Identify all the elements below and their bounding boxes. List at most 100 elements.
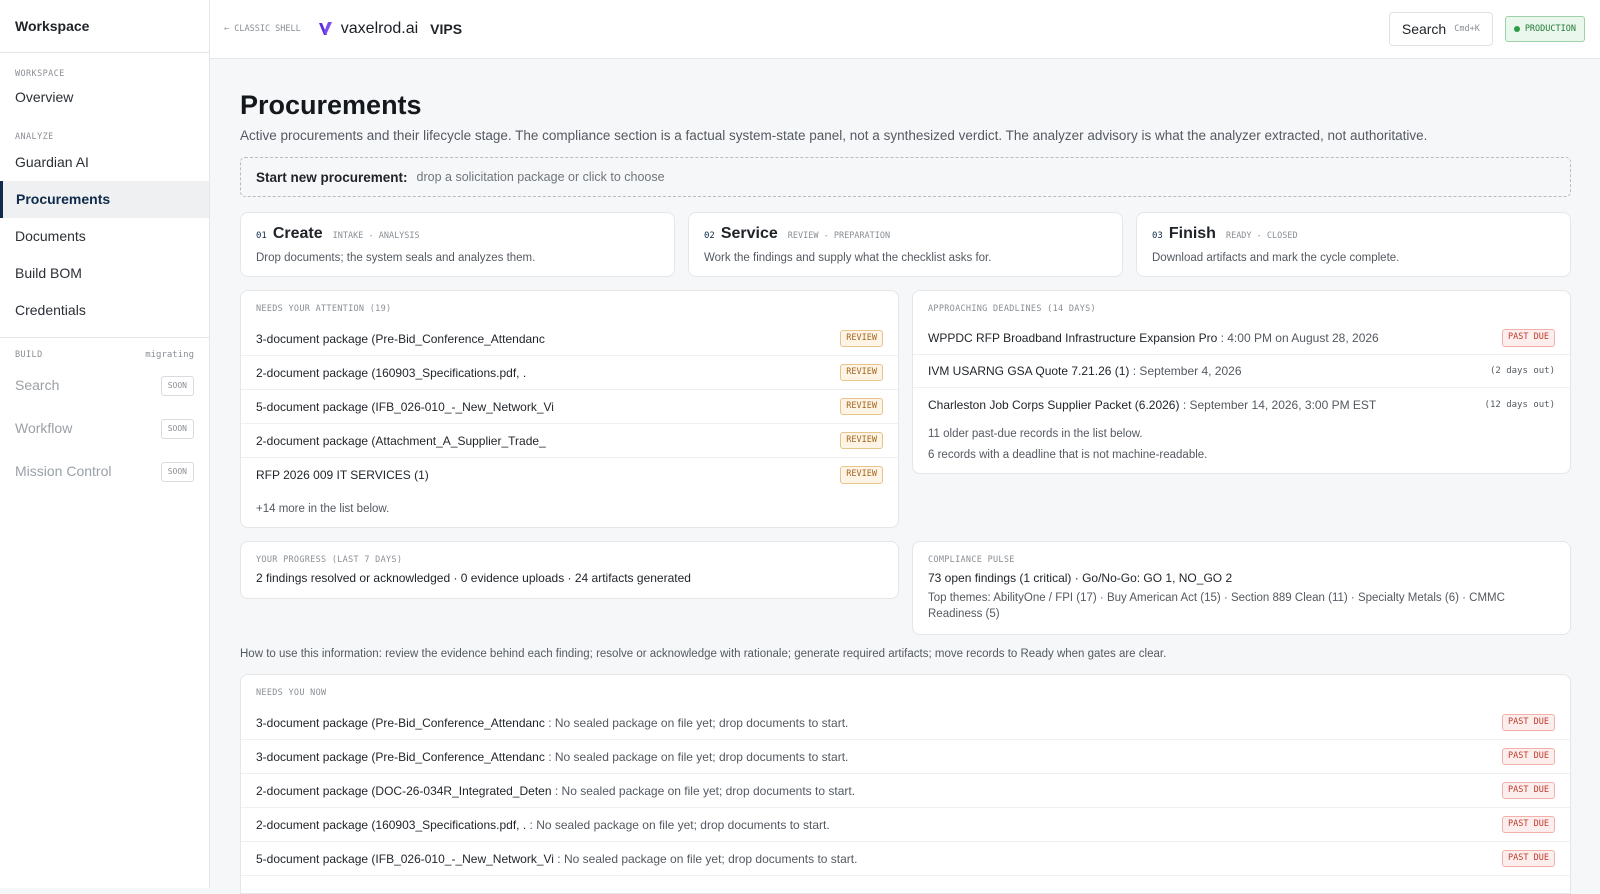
stage-tag: READY - CLOSED: [1225, 231, 1298, 241]
stage-tag: INTAKE - ANALYSIS: [332, 231, 420, 241]
procurement-name: RFP 2026 009 IT SERVICES (1): [256, 468, 429, 482]
stage-number: 01: [256, 231, 267, 241]
section-label-analyze: ANALYZE: [15, 132, 54, 142]
lifecycle-stages: 01 Create INTAKE - ANALYSIS Drop documen…: [240, 212, 1571, 277]
topbar-actions: Search Cmd+K PRODUCTION: [1388, 12, 1585, 46]
procurement-name: 2-document package (Attachment_A_Supplie…: [256, 433, 546, 448]
item-message: : No sealed package on file yet; drop do…: [529, 817, 830, 832]
list-item[interactable]: 5-document package (IFB_026-010_-_New_Ne…: [241, 390, 898, 424]
status-badge: PAST DUE: [1502, 815, 1555, 834]
procurement-name: Charleston Job Corps Supplier Packet (6.…: [928, 397, 1180, 412]
procurement-name: 2-document package (DOC-26-034R_Integrat…: [256, 783, 552, 798]
procurement-name: 5-document package (IFB_026-010_-_New_Ne…: [256, 851, 554, 866]
procurement-name: 2-document package (160903_Specification…: [256, 365, 527, 380]
progress-pulse-row: YOUR PROGRESS (LAST 7 DAYS) 2 findings r…: [240, 541, 1571, 635]
sidebar-item-guardian-ai[interactable]: Guardian AI: [0, 144, 209, 181]
build-status: migrating: [145, 350, 194, 360]
stage-service: 02 Service REVIEW - PREPARATION Work the…: [688, 212, 1123, 277]
dropzone-hint: drop a solicitation package or click to …: [416, 170, 665, 184]
sidebar-item-documents[interactable]: Documents: [0, 218, 209, 255]
sidebar-item-mission-control: Mission Control SOON: [0, 450, 209, 493]
needs-now-title: NEEDS YOU NOW: [256, 688, 327, 698]
procurement-name: IVM USARNG GSA Quote 7.21.26 (1): [928, 364, 1130, 378]
procurement-name: 3-document package (Pre-Bid_Conference_A…: [256, 715, 545, 730]
item-message: : No sealed package on file yet; drop do…: [557, 851, 858, 866]
dropzone-label: Start new procurement:: [256, 169, 408, 185]
stage-name: Create: [272, 225, 323, 242]
procurement-name: 3-document package (Pre-Bid_Conference_A…: [256, 331, 545, 346]
stage-create: 01 Create INTAKE - ANALYSIS Drop documen…: [240, 212, 675, 277]
list-item[interactable]: WPPDC RFP Broadband Infrastructure Expan…: [913, 322, 1570, 355]
deadline-note: 6 records with a deadline that is not ma…: [928, 449, 1208, 461]
vaxelrod-logo-icon: [318, 22, 332, 35]
search-shortcut: Cmd+K: [1454, 24, 1480, 34]
status-badge: PAST DUE: [1502, 329, 1555, 347]
list-item[interactable]: 3-document package (Pre-Bid_Conference_A…: [241, 706, 1570, 740]
list-item[interactable]: 5-document package (IFB_026-010_-_New_Ne…: [241, 842, 1570, 876]
classic-shell-link[interactable]: ← CLASSIC SHELL: [224, 24, 301, 34]
pulse-title: COMPLIANCE PULSE: [928, 555, 1015, 565]
days-out: (2 days out): [1489, 366, 1555, 376]
stage-finish: 03 Finish READY - CLOSED Download artifa…: [1136, 212, 1571, 277]
stage-description: Work the findings and supply what the ch…: [704, 252, 992, 264]
status-badge: REVIEW: [840, 329, 883, 348]
sidebar-item-label: Search: [15, 377, 60, 393]
sidebar-item-overview[interactable]: Overview: [0, 79, 209, 116]
more-note: +14 more in the list below.: [256, 503, 390, 515]
item-message: : No sealed package on file yet; drop do…: [554, 783, 856, 798]
stage-description: Drop documents; the system seals and ana…: [256, 252, 536, 264]
stage-name: Finish: [1168, 225, 1216, 242]
stage-number: 02: [704, 231, 715, 241]
search-button[interactable]: Search Cmd+K: [1388, 12, 1493, 46]
list-item[interactable]: 2-document package (160903_Specification…: [241, 808, 1570, 842]
procurement-name: 2-document package (160903_Specification…: [256, 817, 527, 832]
topbar: ← CLASSIC SHELL vaxelrod.ai VIPS Search …: [210, 0, 1600, 59]
status-badge: REVIEW: [840, 431, 883, 450]
attention-title: NEEDS YOUR ATTENTION (19): [256, 304, 392, 314]
attention-deadlines-row: NEEDS YOUR ATTENTION (19) 3-document pac…: [240, 290, 1571, 528]
soon-badge: SOON: [160, 375, 194, 396]
product-name: VIPS: [430, 21, 463, 37]
status-badge: PAST DUE: [1502, 849, 1555, 868]
list-item[interactable]: 2-document package (160903_Specification…: [241, 356, 898, 390]
status-badge: REVIEW: [840, 466, 883, 484]
list-item[interactable]: 3-document package (Pre-Bid_Conference_A…: [241, 322, 898, 356]
status-badge: PAST DUE: [1502, 781, 1555, 800]
sidebar-item-label: Mission Control: [15, 463, 112, 479]
new-procurement-dropzone[interactable]: Start new procurement: drop a solicitati…: [240, 157, 1571, 197]
environment-badge: PRODUCTION: [1504, 16, 1585, 42]
attention-card: NEEDS YOUR ATTENTION (19) 3-document pac…: [240, 290, 899, 528]
sidebar-item-procurements[interactable]: Procurements: [0, 181, 209, 218]
section-label-workspace: WORKSPACE: [15, 69, 65, 79]
status-badge: REVIEW: [840, 397, 883, 416]
list-item[interactable]: IVM USARNG GSA Quote 7.21.26 (1) : Septe…: [913, 355, 1570, 388]
page-title: Procurements: [240, 90, 422, 120]
sidebar-item-label: Workflow: [15, 420, 73, 436]
status-badge: REVIEW: [840, 363, 883, 382]
list-item[interactable]: RFP 2026 009 IT SERVICES (1) REVIEW: [241, 458, 898, 492]
list-item[interactable]: Charleston Job Corps Supplier Packet (6.…: [913, 388, 1570, 421]
soon-badge: SOON: [160, 418, 194, 439]
deadline-date: : September 4, 2026: [1132, 364, 1242, 378]
page-subtitle: Active procurements and their lifecycle …: [240, 128, 1428, 143]
build-section-header: BUILD migrating: [0, 350, 209, 360]
procurement-name: 5-document package (IFB_026-010_-_New_Ne…: [256, 399, 554, 414]
progress-summary: 2 findings resolved or acknowledged · 0 …: [256, 571, 691, 585]
sidebar-item-build-bom[interactable]: Build BOM: [0, 255, 209, 292]
stage-tag: REVIEW - PREPARATION: [787, 231, 891, 241]
how-to-note: How to use this information: review the …: [240, 648, 1167, 660]
workspace-header[interactable]: Workspace: [0, 0, 209, 53]
list-item[interactable]: 3-document package (Pre-Bid_Conference_A…: [241, 740, 1570, 774]
deadlines-title: APPROACHING DEADLINES (14 DAYS): [928, 304, 1096, 314]
section-label-build: BUILD: [15, 350, 43, 360]
sidebar: Workspace WORKSPACE Overview ANALYZE Gua…: [0, 0, 210, 888]
brand-logo[interactable]: vaxelrod.ai: [317, 20, 418, 38]
deadline-note: 11 older past-due records in the list be…: [928, 428, 1143, 440]
progress-title: YOUR PROGRESS (LAST 7 DAYS): [256, 555, 403, 565]
logo-text: vaxelrod.ai: [340, 20, 419, 37]
sidebar-item-credentials[interactable]: Credentials: [0, 292, 209, 329]
stage-description: Download artifacts and mark the cycle co…: [1152, 252, 1400, 264]
list-item[interactable]: 2-document package (DOC-26-034R_Integrat…: [241, 774, 1570, 808]
list-item[interactable]: 2-document package (Attachment_A_Supplie…: [241, 424, 898, 458]
stage-number: 03: [1152, 231, 1163, 241]
